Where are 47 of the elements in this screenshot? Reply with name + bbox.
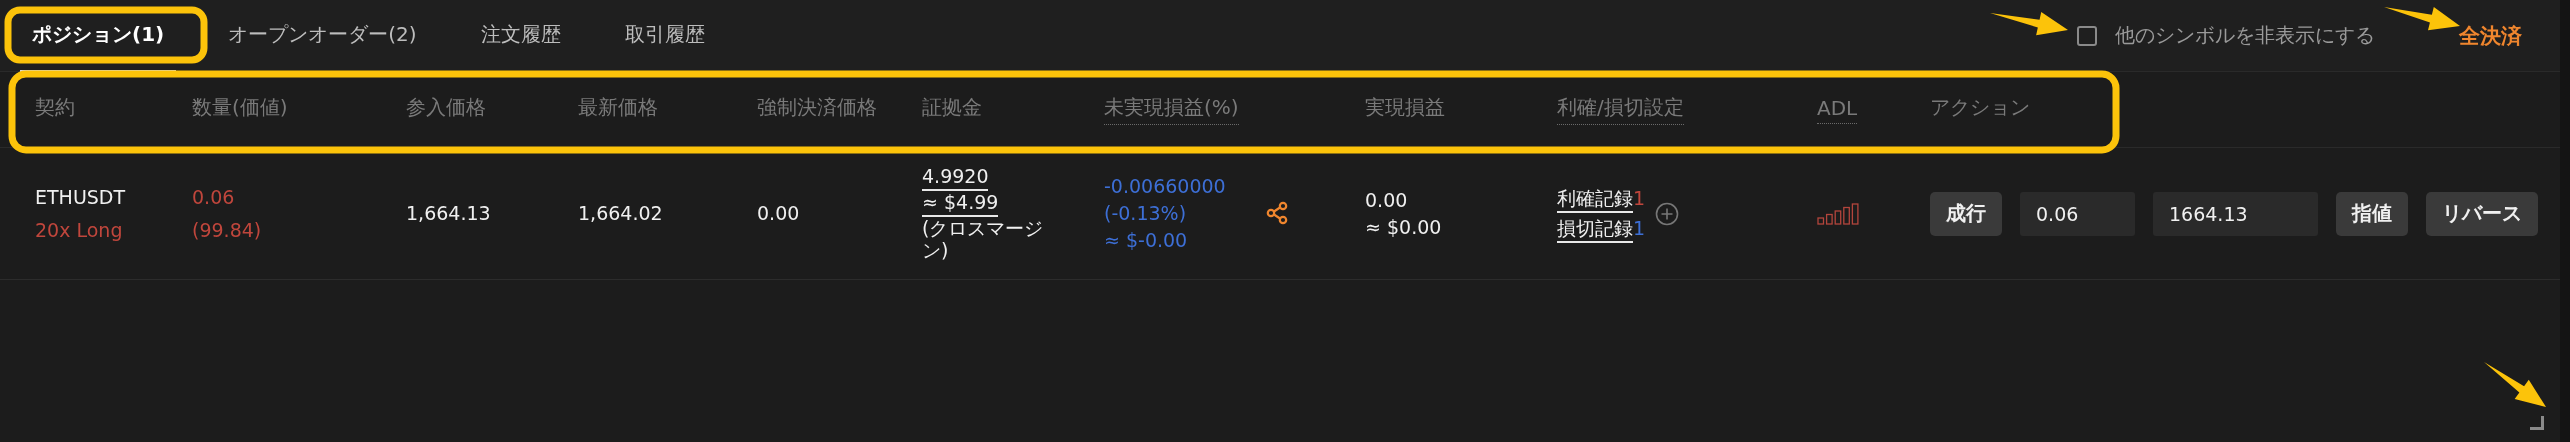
- unrealized-percent: (-0.13%): [1104, 202, 1187, 225]
- margin-amount: 4.9920: [922, 164, 989, 191]
- price-input[interactable]: 1664.13: [2153, 191, 2318, 236]
- market-button[interactable]: 成行: [1930, 191, 2002, 236]
- column-header: 利確/損切設定: [1557, 94, 1684, 125]
- column-header: 最新価格: [578, 94, 658, 121]
- tab[interactable]: ポジション(1): [20, 0, 177, 72]
- add-icon[interactable]: [1655, 201, 1680, 226]
- column-header: ADL: [1817, 95, 1858, 124]
- tab[interactable]: オープンオーダー(2): [216, 0, 429, 72]
- share-icon[interactable]: [1265, 201, 1288, 226]
- column-header: 実現損益: [1365, 94, 1445, 121]
- column-header: 数量(価値): [192, 94, 288, 121]
- margin-mode: (クロスマージン): [922, 216, 1045, 263]
- quantity-input[interactable]: 0.06: [2020, 191, 2135, 236]
- column-header: 参入価格: [406, 94, 486, 121]
- unrealized-usd: ≈ $-0.00: [1104, 228, 1188, 252]
- mark-price: 1,664.02: [578, 202, 664, 225]
- column-header: 契約: [35, 94, 75, 121]
- arrow: [2484, 362, 2546, 407]
- symbol: ETHUSDT: [35, 185, 126, 209]
- resize-handle[interactable]: [2530, 416, 2544, 430]
- realized-usd: ≈ $0.00: [1365, 215, 1442, 239]
- column-header: 未実現損益(%): [1104, 94, 1239, 125]
- checkbox[interactable]: [2077, 25, 2097, 46]
- realized-pnl: 0.00: [1365, 188, 1408, 212]
- adl-bars-icon: [1817, 202, 1861, 225]
- leverage: 20x Long: [35, 218, 123, 242]
- stop-loss-count: 1: [1633, 216, 1646, 239]
- margin-usd: ≈ $4.99: [922, 190, 999, 217]
- entry-price: 1,664.13: [406, 202, 492, 225]
- column-header: アクション: [1930, 94, 2030, 121]
- reverse-button[interactable]: リバース: [2426, 191, 2538, 236]
- take-profit-link[interactable]: 利確記録: [1557, 186, 1633, 213]
- tab[interactable]: 取引履歴: [612, 0, 717, 72]
- tab[interactable]: 注文履歴: [468, 0, 573, 72]
- unrealized-pnl: -0.00660000: [1104, 175, 1226, 199]
- take-profit-count: 1: [1633, 186, 1646, 209]
- limit-button[interactable]: 指値: [2336, 191, 2408, 236]
- liquidation-price: 0.00: [757, 202, 801, 225]
- checkbox-label: 他のシンボルを非表示にする: [2115, 22, 2375, 49]
- column-header: 証拠金: [922, 94, 982, 121]
- quantity: 0.06: [192, 185, 235, 209]
- column-header: 強制決済価格: [757, 94, 877, 121]
- close-all-button[interactable]: 全決済: [2459, 21, 2522, 50]
- position-value: (99.84): [192, 218, 262, 242]
- stop-loss-link[interactable]: 損切記録: [1557, 216, 1633, 243]
